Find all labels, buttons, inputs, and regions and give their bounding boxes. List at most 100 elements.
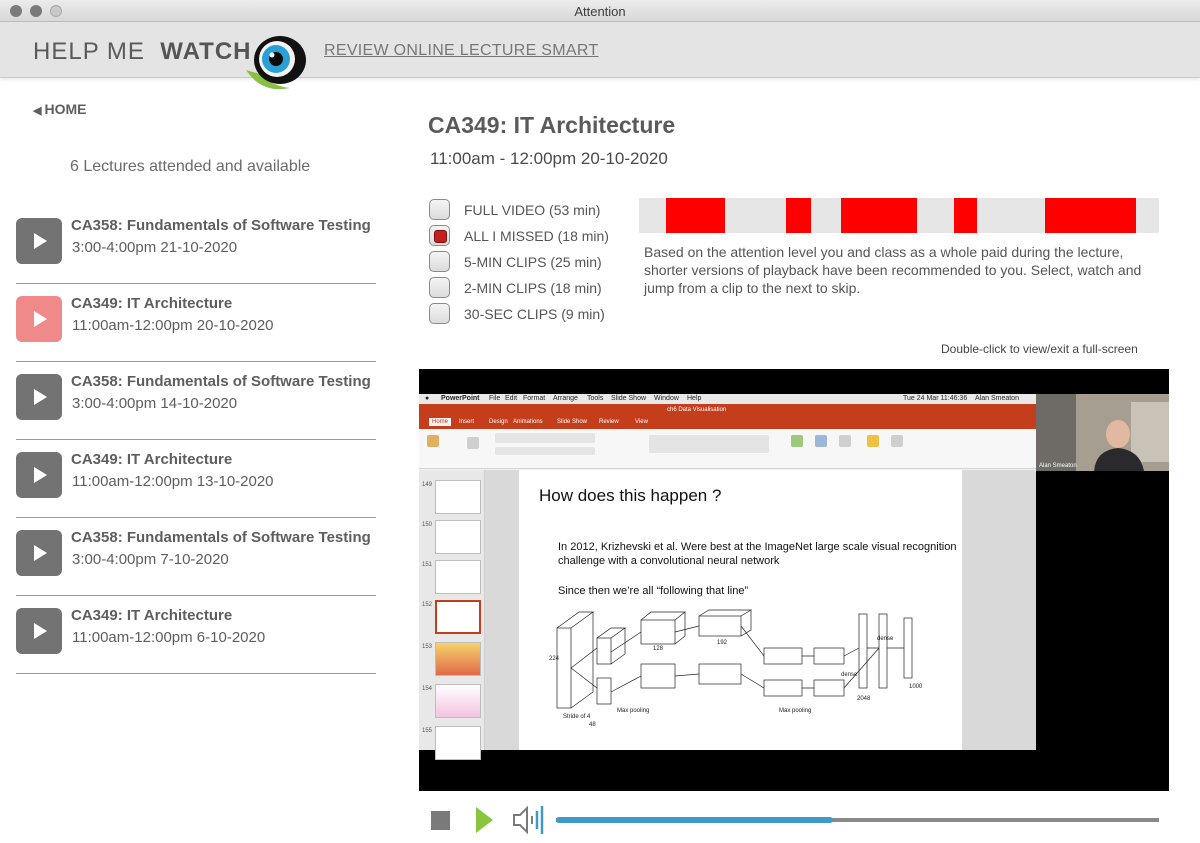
checkbox[interactable] (429, 303, 450, 324)
slide-thumbnail (435, 520, 481, 554)
slide-title: How does this happen ? (539, 486, 722, 505)
powerpoint-screenshare: ● PowerPoint File Edit Format Arrange To… (419, 394, 1036, 760)
checkbox[interactable] (429, 199, 450, 220)
play-icon (34, 233, 47, 249)
diagram-label: 1000 (909, 684, 923, 690)
ppt-tab: Insert (459, 419, 475, 425)
lecture-title: CA349: IT Architecture (71, 607, 233, 624)
missed-segment[interactable] (666, 198, 725, 233)
diagram-label: 128 (653, 646, 664, 652)
ppt-tab: View (635, 419, 648, 425)
option-label: 5-MIN CLIPS (25 min) (464, 254, 602, 270)
lecture-item[interactable]: CA358: Fundamentals of Software Testing … (16, 518, 376, 596)
format-controls-icon (495, 447, 595, 455)
paste-icon (427, 435, 439, 447)
course-time: 11:00am - 12:00pm 20-10-2020 (430, 149, 668, 168)
eye-logo-icon (246, 36, 306, 90)
menubar-app: PowerPoint (441, 395, 480, 402)
lecture-title: CA349: IT Architecture (71, 295, 233, 312)
lecture-time: 11:00am-12:00pm 13-10-2020 (72, 473, 274, 490)
slide-number: 151 (422, 562, 433, 568)
lecture-item[interactable]: CA349: IT Architecture 11:00am-12:00pm 6… (16, 596, 376, 674)
app-logo-text: HELP ME WATCH (33, 38, 251, 66)
play-lecture-button[interactable] (16, 218, 62, 264)
option-all-i-missed[interactable]: ALL I MISSED (18 min) (429, 224, 629, 250)
volume-icon[interactable] (512, 804, 546, 836)
missed-segment[interactable] (954, 198, 977, 233)
missed-segment[interactable] (1045, 198, 1136, 233)
play-icon (34, 623, 47, 639)
diagram-label: 224 (549, 656, 560, 662)
ppt-tab-home: Home (429, 418, 452, 426)
course-title: CA349: IT Architecture (428, 112, 676, 138)
picture-icon (791, 435, 803, 447)
menubar-item: File (489, 395, 501, 402)
option-5-min-clips[interactable]: 5-MIN CLIPS (25 min) (429, 250, 629, 276)
playback-options: FULL VIDEO (53 min) ALL I MISSED (18 min… (429, 198, 629, 328)
lecture-time: 3:00-4:00pm 21-10-2020 (72, 239, 238, 256)
slide-thumbnail (435, 480, 481, 514)
presenter-webcam-icon (1036, 394, 1169, 471)
play-lecture-button[interactable] (16, 374, 62, 420)
ppt-tab: Design (489, 419, 508, 425)
checkbox-checked[interactable] (429, 225, 450, 246)
lecture-list: CA358: Fundamentals of Software Testing … (16, 206, 376, 674)
play-button[interactable] (476, 807, 493, 833)
slide-thumbnail (435, 642, 481, 676)
home-link[interactable]: ◀ HOME (33, 101, 86, 117)
recommendation-explanation: Based on the attention level you and cla… (644, 244, 1142, 296)
slide-thumbnails: 149 150 151 152 153 154 155 (419, 470, 485, 760)
play-lecture-button[interactable] (16, 530, 62, 576)
slide-number: 153 (422, 644, 433, 650)
option-label: 30-SEC CLIPS (9 min) (464, 306, 605, 322)
missed-segment[interactable] (786, 198, 811, 233)
checkbox[interactable] (429, 277, 450, 298)
current-slide: How does this happen ? In 2012, Krizhevs… (519, 470, 962, 750)
window-title: Attention (574, 4, 626, 19)
window-titlebar: Attention (0, 0, 1200, 22)
option-full-video[interactable]: FULL VIDEO (53 min) (429, 198, 629, 224)
ppt-ribbon (419, 429, 1036, 469)
play-icon (34, 311, 47, 327)
play-lecture-button[interactable] (16, 296, 62, 342)
apple-icon: ● (425, 395, 430, 402)
slide-number: 149 (422, 482, 433, 488)
attention-timeline[interactable] (639, 198, 1159, 233)
slide-number: 152 (422, 602, 433, 608)
webcam-feed: Alan Smeaton (1036, 394, 1169, 471)
lecture-item[interactable]: CA358: Fundamentals of Software Testing … (16, 206, 376, 284)
diagram-label: 2048 (857, 696, 871, 702)
checkbox[interactable] (429, 251, 450, 272)
lecture-item[interactable]: CA349: IT Architecture 11:00am-12:00pm 2… (16, 284, 376, 362)
mac-menubar: ● PowerPoint File Edit Format Arrange To… (419, 394, 1036, 404)
lecture-time: 3:00-4:00pm 14-10-2020 (72, 395, 238, 412)
menubar-item: Tools (587, 395, 604, 402)
slide-thumbnail (435, 684, 481, 718)
lecture-title: CA349: IT Architecture (71, 451, 233, 468)
fullscreen-hint: Double-click to view/exit a full-screen (941, 342, 1138, 356)
ppt-doc-title: ch6 Data Visualisation (667, 407, 727, 413)
app-window: Attention HELP ME WATCH REVIEW ONLINE LE… (0, 0, 1200, 843)
slide-number: 155 (422, 728, 433, 734)
home-label: HOME (44, 101, 87, 117)
play-lecture-button[interactable] (16, 452, 62, 498)
stop-button[interactable] (431, 811, 450, 830)
play-lecture-button[interactable] (16, 608, 62, 654)
menubar-item: Arrange (553, 395, 578, 402)
app-header: HELP ME WATCH REVIEW ONLINE LECTURE SMAR… (0, 22, 1200, 90)
missed-segment[interactable] (841, 198, 917, 233)
option-2-min-clips[interactable]: 2-MIN CLIPS (18 min) (429, 276, 629, 302)
option-label: FULL VIDEO (53 min) (464, 202, 601, 218)
video-player[interactable]: ● PowerPoint File Edit Format Arrange To… (419, 369, 1169, 791)
video-progress-bar[interactable] (556, 817, 1159, 823)
lecture-item[interactable]: CA358: Fundamentals of Software Testing … (16, 362, 376, 440)
back-arrow-icon: ◀ (33, 105, 42, 117)
option-30-sec-clips[interactable]: 30-SEC CLIPS (9 min) (429, 302, 629, 328)
lecture-item[interactable]: CA349: IT Architecture 11:00am-12:00pm 1… (16, 440, 376, 518)
menubar-user: Alan Smeaton (975, 395, 1019, 402)
lecture-title: CA358: Fundamentals of Software Testing (71, 217, 371, 234)
menubar-item: Help (687, 395, 702, 402)
menubar-item: Slide Show (611, 395, 647, 402)
slide-thumbnail (435, 726, 481, 760)
diagram-label: dense (841, 672, 858, 678)
